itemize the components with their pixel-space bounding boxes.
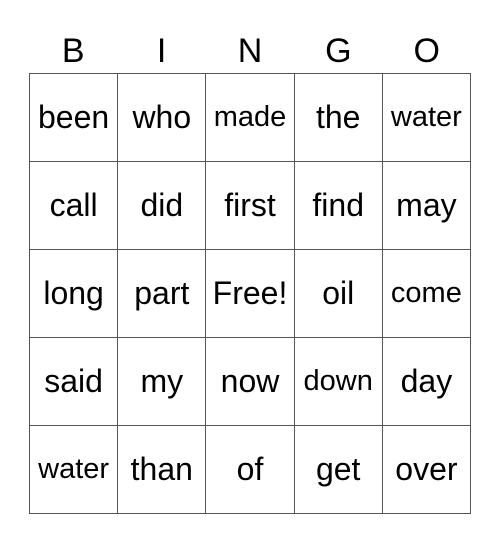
- bingo-cell: water: [30, 426, 119, 514]
- bingo-cell: get: [294, 426, 383, 514]
- bingo-cell: may: [382, 162, 471, 250]
- header-letter-g: G: [325, 32, 352, 70]
- bingo-cell: oil: [294, 250, 383, 338]
- bingo-header: B I N G O: [29, 30, 471, 73]
- bingo-cell: call: [30, 162, 119, 250]
- bingo-cell: of: [206, 426, 295, 514]
- bingo-cell: long: [30, 250, 119, 338]
- bingo-cell: part: [118, 250, 207, 338]
- bingo-cell: now: [206, 338, 295, 426]
- bingo-cell: did: [118, 162, 207, 250]
- bingo-cell: been: [30, 74, 119, 162]
- header-letter-n: N: [237, 32, 263, 70]
- bingo-cell: find: [294, 162, 383, 250]
- header-letter-i: I: [156, 32, 167, 70]
- bingo-cell: day: [382, 338, 471, 426]
- header-letter-b: B: [61, 32, 85, 70]
- bingo-cell: the: [294, 74, 383, 162]
- bingo-cell: over: [382, 426, 471, 514]
- bingo-cell: my: [118, 338, 207, 426]
- bingo-cell: than: [118, 426, 207, 514]
- bingo-grid: been who made the water call did first f…: [29, 73, 471, 514]
- bingo-cell: who: [118, 74, 207, 162]
- bingo-cell: down: [294, 338, 383, 426]
- bingo-cell: said: [30, 338, 119, 426]
- header-letter-o: O: [413, 32, 440, 70]
- bingo-cell: water: [382, 74, 471, 162]
- free-space-cell: Free!: [206, 250, 295, 338]
- bingo-cell: first: [206, 162, 295, 250]
- bingo-cell: come: [382, 250, 471, 338]
- bingo-cell: made: [206, 74, 295, 162]
